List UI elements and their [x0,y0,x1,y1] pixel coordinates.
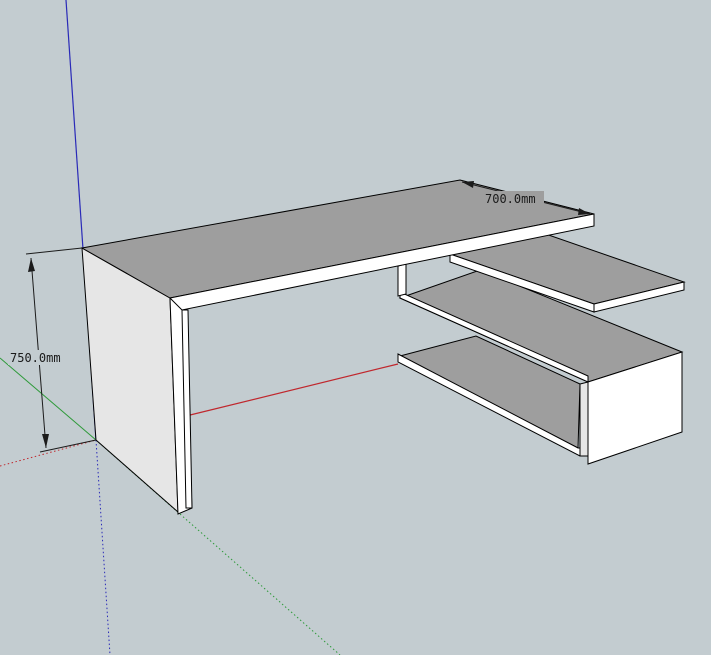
height-dimension-label: 750.0mm [10,351,61,365]
blue-axis-dotted [95,439,111,655]
arrowhead-icon [28,258,35,272]
cabinet-opening-side [397,263,407,297]
height-extension-bottom [39,439,97,453]
red-axis-solid [185,363,399,417]
dimension-height[interactable]: 750.0mm [8,247,97,453]
red-axis-dotted [0,439,97,467]
model-viewport[interactable]: 750.0mm 700.0mm [0,0,711,655]
green-axis-solid [0,357,97,441]
height-extension-top [25,247,83,255]
arrowhead-icon [578,208,590,215]
cabinet-inner-wall [579,381,589,457]
3d-scene[interactable]: 750.0mm 700.0mm [0,0,711,655]
depth-dimension-label: 700.0mm [485,192,536,206]
arrowhead-icon [42,434,49,448]
axes [0,0,399,655]
